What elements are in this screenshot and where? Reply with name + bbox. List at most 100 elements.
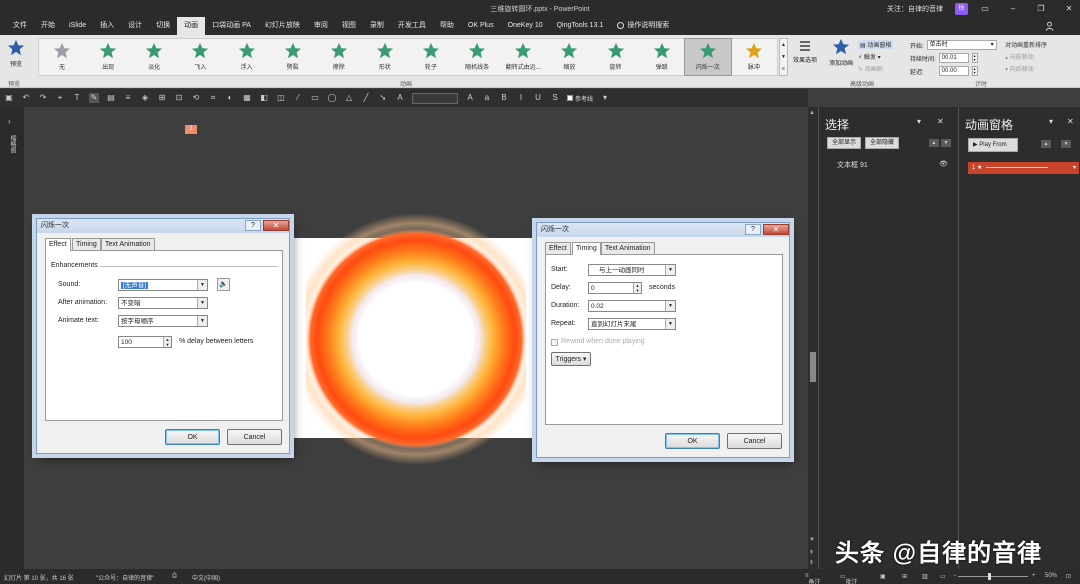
tab-design[interactable]: 设计 bbox=[121, 17, 149, 35]
effect-swivel[interactable]: 旋转 bbox=[593, 39, 639, 75]
zoom-slider[interactable] bbox=[958, 576, 1028, 577]
save-icon[interactable]: ▣ bbox=[4, 93, 14, 103]
shape-fill-icon[interactable]: ◈ bbox=[140, 93, 150, 103]
brush-icon[interactable]: ✎ bbox=[89, 93, 99, 103]
arrange-icon[interactable]: ◫ bbox=[276, 93, 286, 103]
triggers-button[interactable]: Triggers ▾ bbox=[551, 352, 591, 366]
guides-toggle[interactable]: 参考线 bbox=[567, 94, 593, 103]
timing-duration-dropdown-icon[interactable]: ▼ bbox=[665, 301, 675, 311]
animation-painter-button[interactable]: ✎ 动画刷 bbox=[858, 64, 883, 73]
tab-timing[interactable]: Timing bbox=[72, 238, 101, 250]
close-animation-pane-icon[interactable]: ✕ bbox=[1067, 117, 1074, 126]
timing-tab-timing[interactable]: Timing bbox=[572, 242, 601, 255]
delay-spinner[interactable]: ▴ ▾ bbox=[971, 66, 978, 76]
animation-order-badge[interactable]: 1 bbox=[185, 125, 197, 134]
distribute-icon[interactable]: ⊞ bbox=[157, 93, 167, 103]
tab-developer[interactable]: 开发工具 bbox=[391, 17, 433, 35]
ok-button[interactable]: OK bbox=[165, 429, 220, 445]
font-color-icon[interactable]: A bbox=[395, 93, 405, 103]
close-selection-pane-icon[interactable]: ✕ bbox=[937, 117, 944, 126]
tab-help[interactable]: 帮助 bbox=[433, 17, 461, 35]
gallery-scroll[interactable]: ▲ ▼ ≡ bbox=[779, 38, 788, 76]
timing-start-select[interactable]: 与上一动画同时 ▼ bbox=[588, 264, 676, 276]
slide-sorter-icon[interactable]: ⊞ bbox=[902, 573, 907, 580]
notes-button[interactable]: ≡ 备注 bbox=[805, 573, 821, 584]
scroll-down-icon[interactable]: ▼ bbox=[809, 537, 815, 543]
play-from-button[interactable]: ▶ Play From bbox=[968, 138, 1018, 152]
format-painter-icon[interactable]: ⌖ bbox=[55, 93, 65, 103]
animation-pane-options-icon[interactable]: ▾ bbox=[1049, 117, 1053, 126]
underline-icon[interactable]: U bbox=[533, 93, 543, 103]
timing-duration-select[interactable]: 0.02 ▼ bbox=[588, 300, 676, 312]
strikethrough-icon[interactable]: S bbox=[550, 93, 560, 103]
after-animation-dropdown-icon[interactable]: ▼ bbox=[197, 298, 207, 308]
timing-repeat-select[interactable]: 直到幻灯片末尾 ▼ bbox=[588, 318, 676, 330]
hide-all-button[interactable]: 全部隐藏 bbox=[865, 137, 900, 149]
effect-random-bars[interactable]: 随机线条 bbox=[454, 39, 500, 75]
expand-thumbnails-icon[interactable]: › bbox=[8, 117, 11, 126]
animate-text-select[interactable]: 按字母顺序 ▼ bbox=[118, 315, 208, 327]
oval-icon[interactable]: ◯ bbox=[327, 93, 337, 103]
rotate-icon[interactable]: ⟲ bbox=[191, 93, 201, 103]
effect-split[interactable]: 劈裂 bbox=[270, 39, 316, 75]
group-icon[interactable]: ⊡ bbox=[174, 93, 184, 103]
tab-pocket-animation[interactable]: 口袋动画 PA bbox=[205, 17, 258, 35]
animation-pane-button[interactable]: ▤ 动画窗格 bbox=[858, 40, 894, 49]
tab-animations[interactable]: 动画 bbox=[177, 17, 206, 35]
trigger-button[interactable]: ⚡ 触发 ▾ bbox=[858, 52, 881, 61]
add-animation-button[interactable]: 添加动画 bbox=[826, 38, 856, 67]
tab-okplus[interactable]: OK Plus bbox=[461, 17, 501, 35]
rewind-checkbox[interactable] bbox=[551, 339, 558, 346]
bring-forward-icon[interactable]: ◧ bbox=[259, 93, 269, 103]
dialog-close-icon[interactable]: ✕ bbox=[263, 220, 289, 231]
slide-count[interactable]: 幻灯片 第 10 张，共 16 张 bbox=[4, 573, 74, 582]
text-box-icon[interactable]: T bbox=[72, 93, 82, 103]
letter-delay-input[interactable]: 100 ▲ ▼ bbox=[118, 336, 172, 348]
preview-button[interactable]: 预览 bbox=[4, 39, 28, 75]
tab-slideshow[interactable]: 幻灯片放映 bbox=[258, 17, 307, 35]
effect-shape[interactable]: 形状 bbox=[362, 39, 408, 75]
effect-fade[interactable]: 淡化 bbox=[131, 39, 177, 75]
effect-appear[interactable]: 出现 bbox=[85, 39, 131, 75]
effect-float-in[interactable]: 浮入 bbox=[224, 39, 270, 75]
tab-view[interactable]: 视图 bbox=[335, 17, 363, 35]
after-animation-select[interactable]: 不变暗 ▼ bbox=[118, 297, 208, 309]
language[interactable]: 中文(中国) bbox=[192, 573, 220, 582]
timing-repeat-dropdown-icon[interactable]: ▼ bbox=[665, 319, 675, 329]
timing-cancel-button[interactable]: Cancel bbox=[727, 433, 782, 449]
transparency-icon[interactable]: ◐ bbox=[225, 93, 235, 103]
arrow-tool-icon[interactable]: ➘ bbox=[378, 93, 388, 103]
sound-select[interactable]: [无声音] ▼ bbox=[118, 279, 208, 291]
effect-none[interactable]: 无 bbox=[39, 39, 85, 75]
slideshow-icon[interactable]: ▭ bbox=[940, 573, 946, 580]
timing-delay-input[interactable]: 0 ▲ ▼ bbox=[588, 282, 642, 294]
start-select[interactable]: 单击时 ▾ bbox=[926, 40, 997, 50]
effect-options-button[interactable]: 效果选项 bbox=[789, 39, 821, 64]
timing-help-icon[interactable]: ? bbox=[745, 224, 761, 235]
effect-bounce[interactable]: 弹跳 bbox=[639, 39, 685, 75]
effect-grow-turn[interactable]: 翻转式由远... bbox=[500, 39, 546, 75]
cancel-button[interactable]: Cancel bbox=[227, 429, 282, 445]
duration-spinner[interactable]: ▴ ▾ bbox=[971, 53, 978, 63]
guides-checkbox[interactable] bbox=[567, 95, 573, 101]
tab-islide[interactable]: iSlide bbox=[62, 17, 93, 35]
account-name[interactable]: 关注：自律的音律 bbox=[887, 4, 943, 14]
zoom-level[interactable]: 50% bbox=[1045, 573, 1057, 579]
tab-home[interactable]: 开始 bbox=[34, 17, 62, 35]
animation-item-dropdown-icon[interactable]: ▾ bbox=[1073, 162, 1076, 174]
font-name-box[interactable] bbox=[412, 92, 458, 104]
prev-slide-icon[interactable]: ⇞ bbox=[809, 549, 814, 556]
bring-forward-icon[interactable]: ▲ bbox=[929, 139, 939, 147]
tab-qingtools[interactable]: QingTools 13.1 bbox=[550, 17, 611, 35]
tab-review[interactable]: 审阅 bbox=[307, 17, 335, 35]
effect-flash-once[interactable]: 闪烁一次 bbox=[683, 38, 732, 76]
scroll-thumb[interactable] bbox=[810, 352, 816, 382]
normal-view-icon[interactable]: ▣ bbox=[880, 573, 886, 580]
customize-qat-icon[interactable]: ▾ bbox=[600, 93, 610, 103]
tab-record[interactable]: 录制 bbox=[363, 17, 391, 35]
grow-font-icon[interactable]: A bbox=[465, 93, 475, 103]
zoom-out-icon[interactable]: − bbox=[953, 573, 957, 579]
tab-onekey[interactable]: OneKey 10 bbox=[501, 17, 550, 35]
effect-zoom[interactable]: 缩放 bbox=[546, 39, 592, 75]
next-slide-icon[interactable]: ⇟ bbox=[809, 559, 814, 566]
